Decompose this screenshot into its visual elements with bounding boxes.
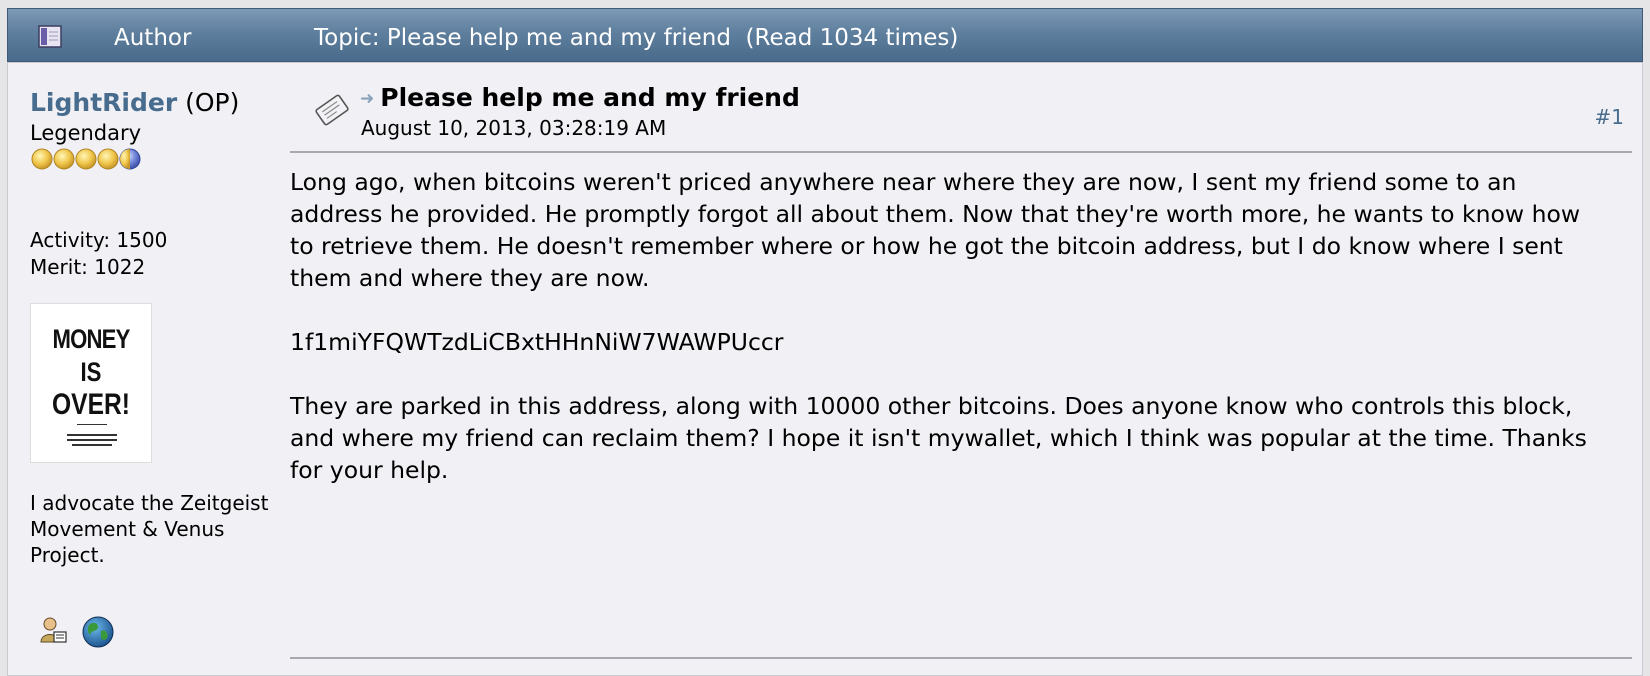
post-number-link[interactable]: #1 <box>1595 105 1624 129</box>
post-paragraph: They are parked in this address, along w… <box>290 392 1587 484</box>
topic-icon <box>38 25 64 49</box>
post: LightRider (OP) Legendary Activity: 1500… <box>7 62 1643 676</box>
author-column-label: Author <box>114 25 192 51</box>
subject-line: ➜ Please help me and my friend <box>360 83 800 112</box>
post-paragraph: Long ago, when bitcoins weren't priced a… <box>290 168 1581 292</box>
bitcoin-address: 1f1miYFQWTzdLiCBxtHHnNiW7WAWPUccr <box>290 328 784 356</box>
profile-icons <box>38 615 123 651</box>
avatar-fine-print <box>77 424 107 425</box>
avatar-fine-print <box>72 444 112 446</box>
username-line: LightRider (OP) <box>30 88 239 117</box>
op-tag: (OP) <box>185 88 240 117</box>
divider <box>290 657 1632 659</box>
xx-post-icon <box>310 91 354 129</box>
activity-count: Activity: 1500 <box>30 228 168 252</box>
rank-label: Legendary <box>30 121 142 145</box>
poster-stats: Activity: 1500 Merit: 1022 <box>30 227 167 281</box>
topic-header: Author Topic: Please help me and my frie… <box>7 8 1643 62</box>
topic-title: Topic: Please help me and my friend (Rea… <box>314 25 959 51</box>
message-area: ➜ Please help me and my friend August 10,… <box>290 63 1642 675</box>
avatar-text-line: MONEY <box>52 324 130 354</box>
avatar-text-line: IS <box>80 357 102 387</box>
divider <box>290 151 1632 153</box>
arrow-icon: ➜ <box>360 89 375 109</box>
post-date: August 10, 2013, 03:28:19 AM <box>361 116 667 140</box>
avatar: MONEY IS OVER! <box>30 303 152 463</box>
personal-text: I advocate the Zeitgeist Movement & Venu… <box>30 491 269 567</box>
rank-stars <box>30 147 156 171</box>
post-body: Long ago, when bitcoins weren't priced a… <box>290 166 1610 518</box>
subject-link[interactable]: Please help me and my friend <box>380 83 800 112</box>
avatar-text-line: OVER! <box>52 388 130 421</box>
profile-icon[interactable] <box>38 615 68 649</box>
username-link[interactable]: LightRider <box>30 88 177 117</box>
poster-info: LightRider (OP) Legendary Activity: 1500… <box>8 63 288 675</box>
avatar-fine-print <box>67 434 117 436</box>
merit-count: Merit: 1022 <box>30 255 146 279</box>
globe-icon[interactable] <box>81 615 115 653</box>
avatar-fine-print <box>67 439 117 441</box>
